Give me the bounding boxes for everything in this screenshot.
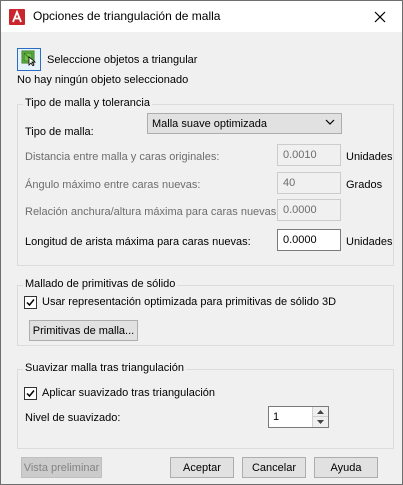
preview-button-label: Vista preliminar xyxy=(23,461,100,474)
edge-length-unit: Unidades xyxy=(346,236,393,248)
distance-value: 0.0010 xyxy=(283,149,317,161)
mesh-primitives-button-label: Primitivas de malla... xyxy=(32,324,135,337)
mesh-type-label: Tipo de malla: xyxy=(25,126,94,138)
smoothing-level-label: Nivel de suavizado: xyxy=(25,412,121,424)
spinner-up-icon[interactable] xyxy=(313,407,328,417)
select-objects-icon xyxy=(21,50,37,69)
cancel-button[interactable]: Cancelar xyxy=(242,457,306,478)
check-icon xyxy=(26,390,35,398)
mesh-primitives-button[interactable]: Primitivas de malla... xyxy=(29,320,138,341)
cancel-button-label: Cancelar xyxy=(251,461,297,474)
select-objects-button[interactable] xyxy=(17,48,41,71)
edge-length-label: Longitud de arista máxima para caras nue… xyxy=(25,236,251,248)
distance-label: Distancia entre malla y caras originales… xyxy=(25,151,220,163)
angle-value: 40 xyxy=(283,177,296,189)
distance-unit: Unidades xyxy=(346,151,393,163)
apply-smoothing-label[interactable]: Aplicar suavizado tras triangulación xyxy=(42,387,215,399)
smoothing-group-title: Suavizar malla tras triangulación xyxy=(23,362,186,374)
mesh-type-group-title: Tipo de malla y tolerancia xyxy=(23,97,152,109)
title-bar: Opciones de triangulación de malla xyxy=(1,1,402,32)
smoothing-level-value: 1 xyxy=(273,411,280,423)
distance-field[interactable]: 0.0010 xyxy=(277,144,341,166)
spinner-buttons xyxy=(312,407,328,427)
edge-length-value: 0.0000 xyxy=(283,234,317,246)
angle-label: Ángulo máximo entre caras nuevas: xyxy=(25,179,201,191)
check-icon xyxy=(26,299,35,307)
select-objects-label[interactable]: Seleccione objetos a triangular xyxy=(47,54,197,66)
spinner-down-icon[interactable] xyxy=(313,417,328,427)
smoothing-group xyxy=(17,369,394,449)
angle-field[interactable]: 40 xyxy=(277,172,341,194)
help-button-label: Ayuda xyxy=(330,461,362,474)
ratio-value: 0.0000 xyxy=(283,204,317,216)
smoothing-level-spinner[interactable]: 1 xyxy=(268,406,329,428)
angle-unit: Grados xyxy=(346,179,383,191)
accept-button[interactable]: Aceptar xyxy=(170,457,234,478)
mesh-type-value: Malla suave optimizada xyxy=(152,118,267,130)
mesh-type-dropdown[interactable]: Malla suave optimizada xyxy=(147,113,342,134)
apply-smoothing-checkbox[interactable] xyxy=(24,387,37,400)
ratio-field[interactable]: 0.0000 xyxy=(277,199,341,221)
primitives-group-title: Mallado de primitivas de sólido xyxy=(23,278,178,290)
edge-length-field[interactable]: 0.0000 xyxy=(277,229,341,251)
accept-button-label: Aceptar xyxy=(183,461,221,474)
dialog-window: Opciones de triangulación de malla Selec… xyxy=(0,0,403,485)
optimized-primitives-checkbox[interactable] xyxy=(24,296,37,309)
close-icon[interactable] xyxy=(358,1,402,32)
help-button[interactable]: Ayuda xyxy=(314,457,378,478)
preview-button[interactable]: Vista preliminar xyxy=(21,457,102,478)
autocad-app-icon xyxy=(9,9,25,25)
ratio-label: Relación anchura/altura máxima para cara… xyxy=(25,206,280,218)
optimized-primitives-label[interactable]: Usar representación optimizada para prim… xyxy=(42,296,336,308)
chevron-down-icon xyxy=(325,117,335,127)
selection-status-text: No hay ningún objeto seleccionado xyxy=(17,74,189,86)
window-title: Opciones de triangulación de malla xyxy=(33,9,221,23)
